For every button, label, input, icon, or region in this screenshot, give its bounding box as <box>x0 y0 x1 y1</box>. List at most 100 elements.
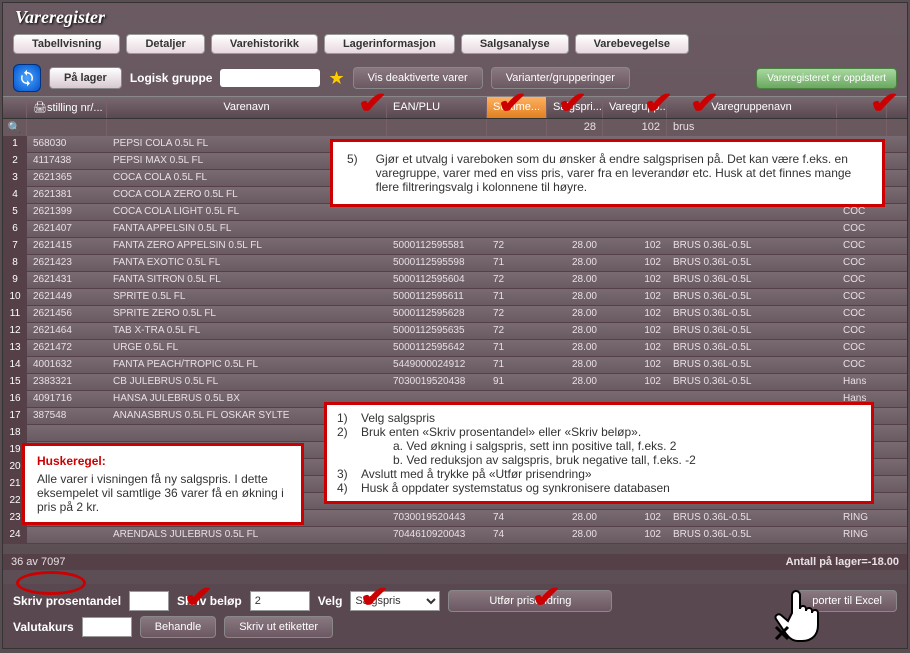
cell-bestilling: 4001632 <box>27 357 107 373</box>
table-row[interactable]: 122621464TAB X-TRA 0.5L FL50001125956357… <box>3 323 907 340</box>
cell-varegruppe: 102 <box>603 306 667 322</box>
table-row[interactable]: 132621472URGE 0.5L FL50001125956427128.0… <box>3 340 907 357</box>
table-row[interactable]: 62621407FANTA APPELSIN 0.5L FLCOC <box>3 221 907 238</box>
filter-varenavn[interactable] <box>107 119 387 136</box>
cell-bestilling: 4091716 <box>27 391 107 407</box>
cell-salgspris <box>547 221 603 237</box>
cell-varenavn: FANTA PEACH/TROPIC 0.5L FL <box>107 357 387 373</box>
window-title: Vareregister <box>3 3 907 32</box>
col-header-varenavn[interactable]: Varenavn <box>107 97 387 118</box>
cell-sortiment: 72 <box>487 238 547 254</box>
huskeregel-callout: Huskeregel: Alle varer i visningen få ny… <box>22 443 304 525</box>
cell-varenavn: FANTA EXOTIC 0.5L FL <box>107 255 387 271</box>
table-row[interactable]: 82621423FANTA EXOTIC 0.5L FL500011259559… <box>3 255 907 272</box>
tab-varebevegelse[interactable]: Varebevegelse <box>575 34 689 54</box>
cell-salgspris: 28.00 <box>547 340 603 356</box>
cell-varenavn: CB JULEBRUS 0.5L FL <box>107 374 387 390</box>
checkmark-icon: ✔ <box>643 86 673 121</box>
cell-sortiment: 74 <box>487 527 547 543</box>
cell-salgspris: 28.00 <box>547 238 603 254</box>
valutakurs-input[interactable] <box>82 617 132 637</box>
tab-tabellvisning[interactable]: Tabellvisning <box>13 34 120 54</box>
cell-extra: COC <box>837 289 887 305</box>
row-number: 18 <box>3 425 27 441</box>
refresh-button[interactable] <box>13 64 41 92</box>
checkmark-icon: ✔ <box>183 580 213 615</box>
tab-bar: Tabellvisning Detaljer Varehistorikk Lag… <box>3 32 907 60</box>
col-header-ean[interactable]: EAN/PLU <box>387 97 487 118</box>
filter-salgspris[interactable]: 28 <box>547 119 603 136</box>
row-number: 14 <box>3 357 27 373</box>
filter-sort[interactable] <box>487 119 547 136</box>
cell-extra: COC <box>837 238 887 254</box>
cell-sortiment: 72 <box>487 306 547 322</box>
table-row[interactable]: 112621456SPRITE ZERO 0.5L FL500011259562… <box>3 306 907 323</box>
utfor-prisendring-button[interactable]: Utfør prisendring <box>448 590 612 612</box>
filter-varegruppe[interactable]: 102 <box>603 119 667 136</box>
table-row[interactable]: 72621415FANTA ZERO APPELSIN 0.5L FL50001… <box>3 238 907 255</box>
valutakurs-label: Valutakurs <box>13 620 74 634</box>
checkmark-icon: ✔ <box>531 580 561 615</box>
cell-varenavn: TAB X-TRA 0.5L FL <box>107 323 387 339</box>
cell-sortiment: 71 <box>487 289 547 305</box>
logisk-gruppe-dropdown[interactable] <box>220 69 320 87</box>
tab-varehistorikk[interactable]: Varehistorikk <box>211 34 318 54</box>
row-number: 6 <box>3 221 27 237</box>
cell-varenavn: URGE 0.5L FL <box>107 340 387 356</box>
cell-bestilling: 2621399 <box>27 204 107 220</box>
col-header-bestilling[interactable]: 🖨stilling nr/... <box>27 97 107 118</box>
row-number: 4 <box>3 187 27 203</box>
instruction-callout-5: 5)Gjør et utvalg i vareboken som du ønsk… <box>330 139 885 207</box>
filter-varegruppenavn[interactable]: brus <box>667 119 837 136</box>
cell-sortiment: 91 <box>487 374 547 390</box>
filter-ean[interactable] <box>387 119 487 136</box>
row-number: 12 <box>3 323 27 339</box>
cell-ean <box>387 221 487 237</box>
filter-bestilling[interactable] <box>27 119 107 136</box>
row-number: 1 <box>3 136 27 152</box>
pointer-hand-icon <box>772 583 836 647</box>
table-row[interactable]: 102621449SPRITE 0.5L FL50001125956117128… <box>3 289 907 306</box>
etiketter-button[interactable]: Skriv ut etiketter <box>224 616 333 638</box>
cell-ean: 5000112595628 <box>387 306 487 322</box>
cell-varenavn: FANTA APPELSIN 0.5L FL <box>107 221 387 237</box>
table-row[interactable]: 144001632FANTA PEACH/TROPIC 0.5L FL54490… <box>3 357 907 374</box>
cell-extra: COC <box>837 272 887 288</box>
cell-varenavn: SPRITE ZERO 0.5L FL <box>107 306 387 322</box>
cell-ean: 7044610920043 <box>387 527 487 543</box>
cell-varegruppenavn: BRUS 0.36L-0.5L <box>667 238 837 254</box>
cell-sortiment <box>487 221 547 237</box>
cell-varegruppe: 102 <box>603 272 667 288</box>
cell-varegruppe: 102 <box>603 289 667 305</box>
prosent-input[interactable] <box>129 591 169 611</box>
cell-varegruppenavn: BRUS 0.36L-0.5L <box>667 323 837 339</box>
cell-bestilling: 2621423 <box>27 255 107 271</box>
behandle-button[interactable]: Behandle <box>140 616 217 638</box>
cell-sortiment: 71 <box>487 255 547 271</box>
cell-bestilling: 2621449 <box>27 289 107 305</box>
row-number: 16 <box>3 391 27 407</box>
row-number: 13 <box>3 340 27 356</box>
checkmark-icon: ✔ <box>869 86 899 121</box>
row-number: 5 <box>3 204 27 220</box>
belop-input[interactable] <box>250 591 310 611</box>
row-number: 8 <box>3 255 27 271</box>
cell-extra: COC <box>837 340 887 356</box>
tab-lagerinformasjon[interactable]: Lagerinformasjon <box>324 34 455 54</box>
cell-varenavn: FANTA ZERO APPELSIN 0.5L FL <box>107 238 387 254</box>
cell-salgspris: 28.00 <box>547 323 603 339</box>
table-row[interactable]: 24ARENDALS JULEBRUS 0.5L FL7044610920043… <box>3 527 907 544</box>
filter-row: 🔍 28 102 brus <box>3 119 907 136</box>
table-row[interactable]: 92621431FANTA SITRON 0.5L FL500011259560… <box>3 272 907 289</box>
tab-detaljer[interactable]: Detaljer <box>126 34 204 54</box>
tab-salgsanalyse[interactable]: Salgsanalyse <box>461 34 569 54</box>
cell-bestilling: 568030 <box>27 136 107 152</box>
pa-lager-button[interactable]: På lager <box>49 67 122 89</box>
cell-sortiment: 71 <box>487 357 547 373</box>
search-icon[interactable]: 🔍 <box>3 119 27 136</box>
cell-extra: RING <box>837 527 887 543</box>
table-row[interactable]: 152383321CB JULEBRUS 0.5L FL703001952043… <box>3 374 907 391</box>
checkmark-icon: ✔ <box>497 86 527 121</box>
cell-varegruppenavn: BRUS 0.36L-0.5L <box>667 272 837 288</box>
cell-bestilling: 2621456 <box>27 306 107 322</box>
